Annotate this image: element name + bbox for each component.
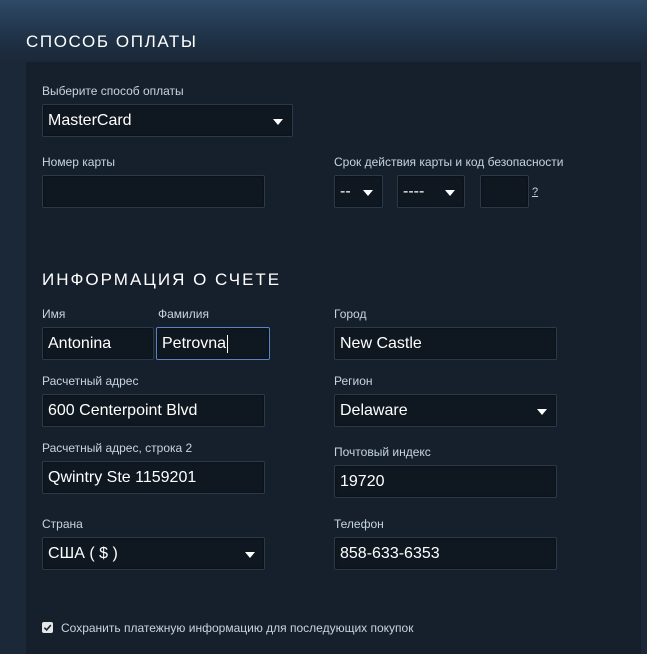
expiry-year-select[interactable]: ---- <box>397 175 465 208</box>
security-code-help-link[interactable]: ? <box>532 186 538 198</box>
save-info-checkbox[interactable] <box>42 622 53 633</box>
region-label: Регион <box>334 374 373 388</box>
first-name-label: Имя <box>42 307 66 321</box>
text-cursor <box>227 334 229 353</box>
save-info-label: Сохранить платежную информацию для после… <box>61 621 414 635</box>
last-name-label: Фамилия <box>158 307 209 321</box>
country-value: США ( $ ) <box>48 544 118 562</box>
region-select[interactable]: Delaware <box>334 394 557 427</box>
security-code-input[interactable] <box>480 175 529 208</box>
zip-label: Почтовый индекс <box>334 445 431 459</box>
card-number-label: Номер карты <box>42 155 115 169</box>
payment-section-title: СПОСОБ ОПЛАТЫ <box>26 32 198 51</box>
chevron-down-icon <box>273 118 283 125</box>
expiry-month-select[interactable]: -- <box>334 175 383 208</box>
header-bar <box>0 0 647 62</box>
address2-label: Расчетный адрес, строка 2 <box>42 441 193 455</box>
expiry-month-value: -- <box>340 182 351 200</box>
chevron-down-icon <box>445 189 455 196</box>
payment-method-value: MasterCard <box>48 111 132 129</box>
address-label: Расчетный адрес <box>42 374 139 388</box>
last-name-input[interactable]: Petrovna <box>156 327 270 360</box>
country-label: Страна <box>42 517 83 531</box>
chevron-down-icon <box>245 551 255 558</box>
phone-input[interactable]: 858-633-6353 <box>334 537 557 570</box>
last-name-value: Petrovna <box>162 334 227 352</box>
city-input[interactable]: New Castle <box>334 327 557 360</box>
address-input[interactable]: 600 Centerpoint Blvd <box>42 394 265 427</box>
chevron-down-icon <box>537 408 547 415</box>
checkmark-icon <box>43 624 52 632</box>
first-name-input[interactable]: Antonina <box>42 327 154 360</box>
expiry-label: Срок действия карты и код безопасности <box>334 155 564 169</box>
billing-section-title: ИНФОРМАЦИЯ О СЧЕТЕ <box>42 270 282 289</box>
payment-method-select[interactable]: MasterCard <box>42 104 293 137</box>
payment-method-label: Выберите способ оплаты <box>42 84 184 98</box>
phone-label: Телефон <box>334 517 384 531</box>
address2-input[interactable]: Qwintry Ste 1159201 <box>42 461 265 494</box>
zip-input[interactable]: 19720 <box>334 465 557 498</box>
expiry-year-value: ---- <box>403 182 425 200</box>
region-value: Delaware <box>340 401 408 419</box>
chevron-down-icon <box>363 189 373 196</box>
card-number-input[interactable] <box>42 175 265 208</box>
country-select[interactable]: США ( $ ) <box>42 537 265 570</box>
city-label: Город <box>334 307 367 321</box>
